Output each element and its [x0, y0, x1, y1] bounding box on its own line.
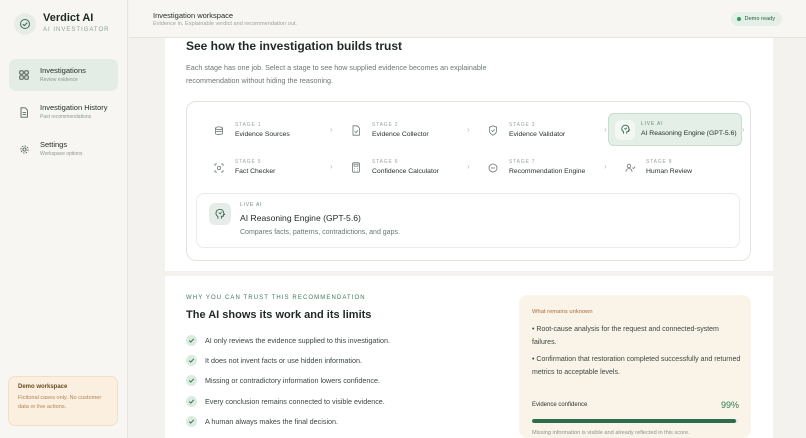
brand-name: Verdict AI — [43, 12, 94, 24]
file-collect-icon — [346, 121, 366, 141]
detail-kicker: LIVE AI — [240, 202, 263, 208]
unknown-item: • Root-cause analysis for the request an… — [532, 326, 719, 346]
sidebar-item-investigations[interactable]: Investigations Review evidence — [9, 59, 118, 91]
unknowns-panel: What remains unknown • Root-cause analys… — [519, 295, 751, 438]
demo-title: Demo workspace — [18, 384, 68, 390]
document-icon — [17, 105, 31, 119]
detail-name: AI Reasoning Engine (GPT-5.6) — [240, 213, 361, 223]
stage-kicker: STAGE 8 — [646, 159, 673, 165]
confidence-note: Missing information is visible and alrea… — [532, 430, 690, 436]
check-icon — [186, 334, 197, 346]
status-badge-label: Demo ready — [744, 16, 775, 22]
stage-name: Recommendation Engine — [509, 168, 586, 175]
stage-1[interactable]: STAGE 1 Evidence Sources — [193, 114, 327, 147]
stage-kicker: STAGE 2 — [372, 122, 399, 128]
confidence-label: Evidence confidence — [532, 402, 588, 408]
unknowns-title: What remains unknown — [532, 309, 593, 315]
brand-subtitle: AI INVESTIGATOR — [43, 27, 110, 33]
gear-icon — [17, 142, 31, 156]
trust-item-text: A human always makes the final decision. — [205, 416, 339, 426]
stage-8[interactable]: STAGE 8 Human Review — [604, 151, 738, 184]
brand[interactable]: Verdict AI AI INVESTIGATOR — [14, 12, 109, 35]
check-icon — [186, 354, 197, 366]
confidence-value: 99% — [720, 400, 739, 410]
section-description: Each stage has one job. Select a stage t… — [186, 63, 487, 85]
detail-description: Compares facts, patterns, contradictions… — [240, 229, 400, 236]
stage-name: Evidence Validator — [509, 131, 566, 138]
stage-name: Human Review — [646, 168, 693, 175]
stage-kicker: STAGE 5 — [235, 159, 262, 165]
sidebar-item-label: Settings — [40, 140, 68, 149]
trust-item-text: It does not invent facts or use hidden i… — [205, 355, 363, 365]
trust-kicker: WHY YOU CAN TRUST THIS RECOMMENDATION — [186, 295, 366, 301]
list-item: A human always makes the final decision. — [186, 415, 338, 427]
demo-workspace-notice: Demo workspace Fictional cases only. No … — [8, 376, 118, 426]
unknown-item: • Confirmation that restoration complete… — [532, 356, 741, 376]
stage-name: Fact Checker — [235, 168, 276, 175]
section-title: See how the investigation builds trust — [186, 39, 403, 53]
stage-kicker: STAGE 7 — [509, 159, 536, 165]
stage-4-live-ai[interactable]: LIVE AI AI Reasoning Engine (GPT-5.6) — [608, 113, 742, 146]
stage-7[interactable]: STAGE 7 Recommendation Engine — [467, 151, 601, 184]
check-icon — [186, 395, 197, 407]
stage-name: AI Reasoning Engine (GPT-5.6) — [641, 130, 737, 137]
trust-item-text: Every conclusion remains connected to vi… — [205, 396, 385, 406]
status-badge: Demo ready — [730, 12, 782, 26]
check-icon — [186, 415, 197, 427]
trust-item-text: AI only reviews the evidence supplied to… — [205, 335, 390, 345]
stage-name: Evidence Sources — [235, 131, 290, 138]
stage-kicker: STAGE 6 — [372, 159, 399, 165]
stage-2[interactable]: STAGE 2 Evidence Collector — [330, 114, 464, 147]
shield-check-icon — [483, 121, 503, 141]
check-icon — [186, 374, 197, 386]
sidebar-item-settings[interactable]: Settings Workspace options — [9, 133, 118, 165]
confidence-bar — [532, 419, 738, 423]
sidebar: Verdict AI AI INVESTIGATOR Investigation… — [0, 0, 128, 438]
stage-kicker: STAGE 1 — [235, 122, 262, 128]
sidebar-item-history[interactable]: Investigation History Past recommendatio… — [9, 96, 118, 128]
list-item: It does not invent facts or use hidden i… — [186, 354, 362, 366]
brain-icon — [209, 203, 231, 225]
sidebar-item-sub: Past recommendations — [40, 114, 92, 120]
stage-5[interactable]: STAGE 5 Fact Checker — [193, 151, 327, 184]
sidebar-item-label: Investigation History — [40, 103, 108, 112]
header: Investigation workspace Evidence in. Exp… — [129, 0, 806, 38]
page-subtitle: Evidence in. Explainable verdict and rec… — [153, 21, 297, 27]
sidebar-item-label: Investigations — [40, 66, 86, 75]
user-check-icon — [620, 158, 640, 178]
status-dot-icon — [736, 17, 741, 21]
brain-icon — [615, 119, 635, 140]
list-item: AI only reviews the evidence supplied to… — [186, 334, 390, 346]
arrow-right-icon: › — [742, 125, 745, 134]
target-icon — [483, 158, 503, 178]
list-item: Missing or contradictory information low… — [186, 374, 380, 386]
arrow-right-icon: › — [604, 125, 607, 134]
sidebar-item-sub: Workspace options — [40, 151, 83, 157]
stage-name: Confidence Calculator — [372, 168, 439, 175]
demo-text: Fictional cases only. No customer data o… — [18, 395, 102, 410]
stage-6[interactable]: STAGE 6 Confidence Calculator — [330, 151, 464, 184]
selected-stage-detail: LIVE AI AI Reasoning Engine (GPT-5.6) Co… — [196, 193, 740, 248]
stage-kicker: LIVE AI — [641, 121, 664, 127]
scan-icon — [209, 158, 229, 178]
stage-kicker: STAGE 3 — [509, 122, 536, 128]
page-title: Investigation workspace — [153, 11, 234, 20]
trust-item-text: Missing or contradictory information low… — [205, 375, 380, 385]
confidence-bar-fill — [532, 419, 736, 423]
stage-name: Evidence Collector — [372, 131, 429, 138]
trust-title: The AI shows its work and its limits — [186, 309, 372, 321]
stage-3[interactable]: STAGE 3 Evidence Validator — [467, 114, 601, 147]
grid-icon — [17, 68, 31, 82]
sidebar-item-sub: Review evidence — [40, 77, 78, 83]
check-logo-icon — [14, 12, 36, 35]
list-item: Every conclusion remains connected to vi… — [186, 395, 385, 407]
calculator-icon — [346, 158, 366, 178]
database-icon — [209, 121, 229, 141]
